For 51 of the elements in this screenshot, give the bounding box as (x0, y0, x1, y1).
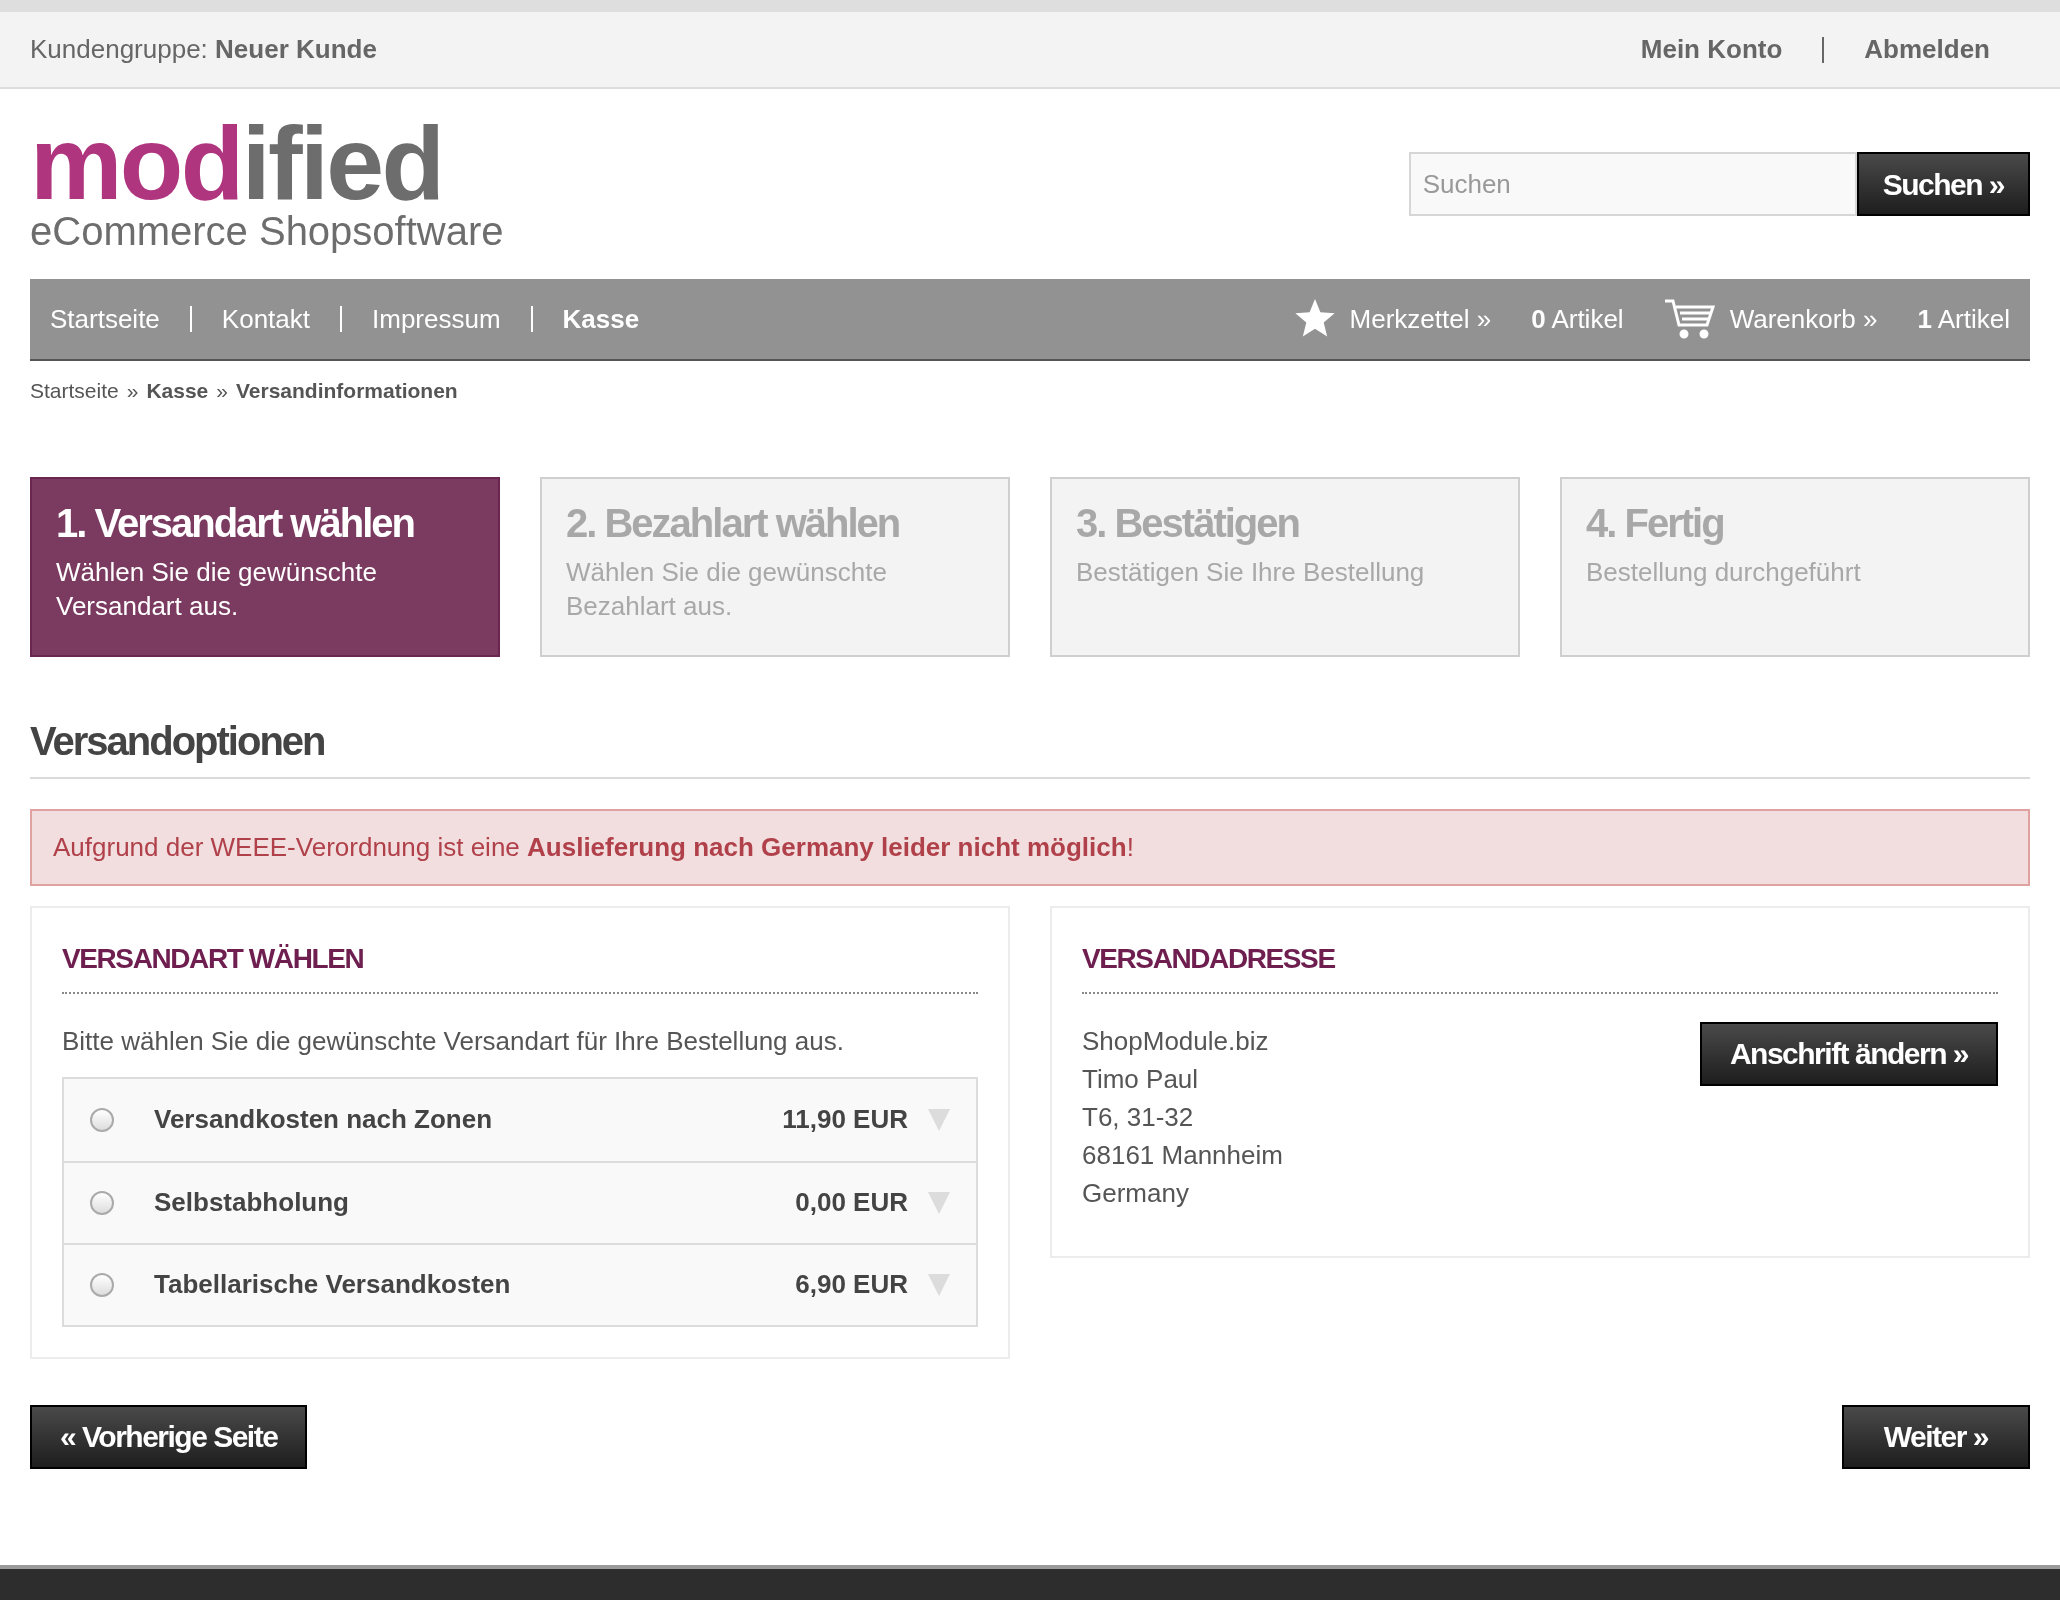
breadcrumb-link[interactable]: Versandinformationen (236, 375, 458, 407)
alert-message: Aufgrund der WEEE-Verordnung ist eine Auslieferung nach Germany leider nicht möglich! (30, 808, 2030, 886)
breadcrumb-separator: » (216, 378, 228, 404)
step-title: 1. Versandart wählen (56, 499, 415, 547)
item-count: 1 Artikel (1917, 302, 2010, 336)
caret-icon (928, 1191, 950, 1214)
panel-title: VERSANDADRESSE (1082, 942, 1335, 974)
step-description: Bestätigen Sie Ihre Bestellung (1076, 555, 1426, 589)
option-price: 11,90 EUR (782, 1103, 908, 1136)
option-name: Tabellarische Versandkosten (154, 1268, 512, 1301)
customer-group-text: Kundengruppe: Neuer Kunde (30, 33, 377, 66)
breadcrumb-separator: » (126, 378, 139, 404)
option-price: 0,00 EUR (795, 1186, 908, 1219)
address-line: T6, 31-32 (1082, 1100, 1195, 1134)
next-button[interactable]: Weiter » (1841, 1404, 2030, 1469)
radio-button[interactable] (90, 1272, 114, 1297)
option-name: Versandkosten nach Zonen (154, 1103, 494, 1136)
radio-button[interactable] (90, 1107, 114, 1132)
account-link[interactable]: Mein Konto (1640, 30, 1783, 69)
step-description: Bestellung durchgeführt (1586, 555, 1862, 589)
caret-icon (928, 1273, 950, 1296)
step-title: 4. Fertig (1586, 499, 1725, 547)
address-line: 68161 Mannheim (1082, 1138, 1283, 1172)
option-price: 6,90 EUR (795, 1268, 908, 1301)
shipping-option[interactable]: Selbstabholung 0,00 EUR (64, 1160, 976, 1243)
option-name: Selbstabholung (154, 1186, 350, 1219)
section-heading: Versandoptionen (30, 717, 326, 765)
step-title: 2. Bezahlart wählen (566, 499, 901, 547)
logo[interactable]: modified eCommerce Shopsoftware (30, 117, 504, 251)
breadcrumb-link[interactable]: Startseite (30, 375, 119, 407)
previous-page-button[interactable]: « Vorherige Seite (30, 1404, 308, 1469)
breadcrumb-link[interactable]: Kasse (146, 375, 209, 407)
star-icon (1293, 299, 1336, 339)
address-line: Timo Paul (1082, 1062, 1200, 1096)
cart-icon (1663, 298, 1716, 340)
panel-title: VERSANDART WÄHLEN (62, 942, 364, 974)
step-description: Wählen Sie die gewünschte Versandart aus. (56, 555, 378, 623)
search-field[interactable]: Suchen (1408, 152, 1857, 216)
radio-button[interactable] (90, 1190, 114, 1215)
instruction-text: Bitte wählen Sie die gewünschte Versandart für Ihre Bestellung aus. (62, 1024, 845, 1058)
address-line: Germany (1082, 1176, 1190, 1210)
address-line: ShopModule.biz (1082, 1024, 1270, 1058)
shipping-option[interactable]: Versandkosten nach Zonen 11,90 EUR (64, 1078, 976, 1161)
change-address-button[interactable]: Anschrift ändern » (1699, 1021, 1998, 1086)
shipping-option[interactable]: Tabellarische Versandkosten 6,90 EUR (64, 1242, 976, 1325)
account-link[interactable]: Abmelden (1864, 30, 1990, 69)
step-title: 3. Bestätigen (1076, 499, 1300, 547)
step-description: Wählen Sie die gewünschte Bezahlart aus. (566, 555, 888, 623)
caret-icon (928, 1108, 950, 1131)
search-button[interactable]: Suchen » (1856, 152, 2030, 216)
item-count: 0 Artikel (1531, 302, 1624, 336)
